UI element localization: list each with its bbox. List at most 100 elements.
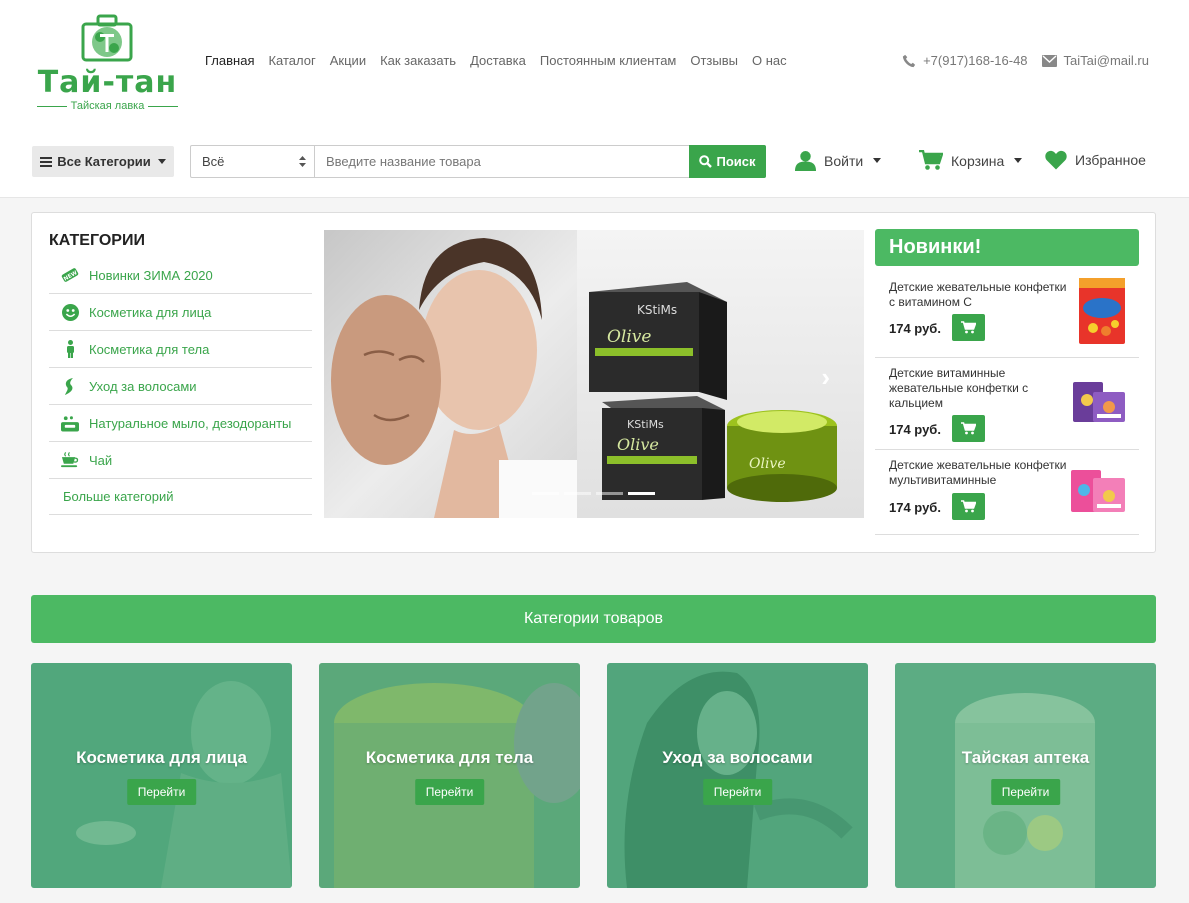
svg-text:Olive: Olive <box>607 327 651 347</box>
product-thumbnail <box>1073 382 1125 422</box>
caret-down-icon <box>873 158 882 163</box>
nav-item-catalog[interactable]: Каталог <box>268 53 315 68</box>
nav-item-regular-customers[interactable]: Постоянным клиентам <box>540 53 676 68</box>
cart-icon <box>961 422 976 435</box>
user-icon <box>795 151 816 171</box>
heart-icon <box>1045 150 1067 170</box>
cart-icon <box>961 321 976 334</box>
svg-text:KStiMs: KStiMs <box>627 418 664 431</box>
more-categories-link[interactable]: Больше категорий <box>49 479 312 515</box>
svg-text:Olive: Olive <box>617 435 659 454</box>
tile-title: Тайская аптека <box>961 748 1090 767</box>
slider-dots <box>532 492 655 495</box>
category-item-hair[interactable]: Уход за волосами <box>49 368 312 405</box>
favorites-label: Избранное <box>1075 152 1146 168</box>
go-button[interactable]: Перейти <box>414 779 485 805</box>
hair-icon <box>61 377 79 395</box>
nav-item-promotions[interactable]: Акции <box>330 53 366 68</box>
nav-item-home[interactable]: Главная <box>205 53 254 68</box>
product-price: 174 руб. <box>889 422 941 437</box>
all-categories-label: Все Категории <box>57 154 151 169</box>
favorites-link[interactable]: Избранное <box>1045 150 1146 170</box>
envelope-icon <box>1041 54 1057 67</box>
header-contacts: +7(917)168-16-48 TaiTai@mail.ru <box>902 53 1149 68</box>
smile-icon <box>61 303 79 321</box>
product-categories-label: Категории товаров <box>523 610 664 627</box>
caret-down-icon <box>157 159 166 164</box>
person-icon <box>61 340 79 358</box>
slider-dot[interactable] <box>596 492 623 495</box>
cart-icon <box>919 150 943 170</box>
product-item[interactable]: Детские жевательные конфетки мультивитам… <box>875 450 1139 535</box>
slider-dot[interactable] <box>532 492 559 495</box>
product-thumbnail <box>1071 470 1125 512</box>
category-label: Косметика для лица <box>89 304 212 320</box>
category-item-new[interactable]: NEW Новинки ЗИМА 2020 <box>49 257 312 294</box>
slider-next-icon[interactable]: › <box>821 362 830 393</box>
product-item[interactable]: Детские витаминные жевательные конфетки … <box>875 358 1139 450</box>
go-button[interactable]: Перейти <box>702 779 773 805</box>
product-categories-title: Категории товаров <box>31 595 1156 643</box>
hamburger-icon <box>40 156 53 167</box>
category-item-soap[interactable]: Натуральное мыло, дезодоранты <box>49 405 312 442</box>
category-label: Новинки ЗИМА 2020 <box>89 267 213 283</box>
category-tile-hair[interactable]: Уход за волосами Перейти <box>607 663 868 888</box>
search-scope-select[interactable]: Всё <box>191 146 315 177</box>
add-to-cart-button[interactable] <box>952 314 985 341</box>
category-label: Уход за волосами <box>89 378 197 394</box>
phone-icon <box>902 54 916 67</box>
slider-dot[interactable] <box>564 492 591 495</box>
email-address: TaiTai@mail.ru <box>1063 53 1149 68</box>
search-button[interactable]: Поиск <box>689 145 766 178</box>
cart-icon <box>961 500 976 513</box>
svg-text:Olive: Olive <box>749 456 786 472</box>
svg-text:NEW: NEW <box>63 270 79 282</box>
site-logo[interactable]: Тай-тан Тайская лавка <box>30 10 185 115</box>
product-thumbnail <box>1079 278 1125 344</box>
product-name: Детские жевательные конфетки с витамином… <box>889 280 1067 309</box>
category-item-face[interactable]: Косметика для лица <box>49 294 312 331</box>
email-contact[interactable]: TaiTai@mail.ru <box>1041 53 1149 68</box>
product-price: 174 руб. <box>889 500 941 515</box>
tile-background-image <box>319 663 580 888</box>
category-item-body[interactable]: Косметика для тела <box>49 331 312 368</box>
main-nav: Главная Каталог Акции Как заказать Доста… <box>205 53 787 68</box>
add-to-cart-button[interactable] <box>952 415 985 442</box>
nav-item-about[interactable]: О нас <box>752 53 787 68</box>
search-input[interactable] <box>315 146 689 177</box>
nav-item-how-to-order[interactable]: Как заказать <box>380 53 456 68</box>
go-button[interactable]: Перейти <box>126 779 197 805</box>
top-panel: КАТЕГОРИИ NEW Новинки ЗИМА 2020 Косметик… <box>31 212 1156 553</box>
product-item[interactable]: Детские жевательные конфетки с витамином… <box>875 266 1139 358</box>
product-name: Детские жевательные конфетки мультивитам… <box>889 458 1067 487</box>
logo-name: Тай-тан <box>37 65 178 100</box>
more-categories-label: Больше категорий <box>63 489 174 504</box>
all-categories-dropdown[interactable]: Все Категории <box>32 146 174 177</box>
go-button[interactable]: Перейти <box>990 779 1061 805</box>
category-tile-face[interactable]: Косметика для лица Перейти <box>31 663 292 888</box>
site-header: Тай-тан Тайская лавка Главная Каталог Ак… <box>0 0 1189 198</box>
slider-model-image <box>324 230 577 518</box>
category-item-tea[interactable]: Чай <box>49 442 312 479</box>
slider-dot-active[interactable] <box>628 492 655 495</box>
search-scope-value: Всё <box>202 154 225 169</box>
promo-slider[interactable]: Olive KStiMs Olive KStiMs Olive › <box>324 230 864 518</box>
search-bar: Всё Поиск <box>190 145 766 178</box>
cart-dropdown[interactable]: Корзина <box>919 150 1023 171</box>
categories-title: КАТЕГОРИИ <box>49 232 145 249</box>
nav-item-reviews[interactable]: Отзывы <box>690 53 738 68</box>
category-label: Чай <box>89 452 113 468</box>
category-label: Косметика для тела <box>89 341 210 357</box>
svg-text:KStiMs: KStiMs <box>637 303 677 317</box>
category-tile-body[interactable]: Косметика для тела Перейти <box>319 663 580 888</box>
phone-contact[interactable]: +7(917)168-16-48 <box>902 53 1028 68</box>
nav-item-delivery[interactable]: Доставка <box>470 53 526 68</box>
cart-label: Корзина <box>951 152 1005 169</box>
logo-mark-icon <box>81 14 133 62</box>
add-to-cart-button[interactable] <box>952 493 985 520</box>
product-price: 174 руб. <box>889 321 941 336</box>
logo-tagline: Тайская лавка <box>30 100 185 112</box>
category-tile-pharmacy[interactable]: Тайская аптека Перейти <box>895 663 1156 888</box>
login-dropdown[interactable]: Войти <box>795 150 882 171</box>
tile-title: Уход за волосами <box>662 748 813 767</box>
